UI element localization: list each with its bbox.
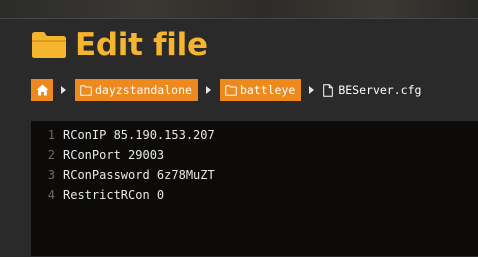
folder-outline-icon xyxy=(225,84,237,96)
folder-outline-icon xyxy=(80,84,92,96)
breadcrumb-folder-battleye[interactable]: battleye xyxy=(219,79,302,101)
breadcrumb-folder-label: battleye xyxy=(239,83,296,97)
home-icon xyxy=(36,84,48,96)
editor-line: 3 RConPassword 6z78MuZT xyxy=(31,165,215,185)
code-editor[interactable]: 1 RConIP 85.190.153.207 2 RConPort 29003… xyxy=(31,121,478,256)
line-number: 4 xyxy=(47,188,55,202)
editor-line: 1 RConIP 85.190.153.207 xyxy=(31,125,215,145)
line-number: 2 xyxy=(47,148,55,162)
file-icon xyxy=(323,83,334,97)
breadcrumb-folder-label: dayzstandalone xyxy=(95,83,192,97)
breadcrumb-current-file: BEServer.cfg xyxy=(323,79,421,101)
page-header: Edit file xyxy=(31,25,208,65)
breadcrumb: dayzstandalone battleye BEServer.cfg xyxy=(31,79,421,101)
editor-line: 2 RConPort 29003 xyxy=(31,145,164,165)
breadcrumb-file-label: BEServer.cfg xyxy=(338,83,422,97)
line-text[interactable]: RConPort 29003 xyxy=(63,148,164,162)
page-title: Edit file xyxy=(75,27,208,63)
line-text[interactable]: RConIP 85.190.153.207 xyxy=(63,128,215,142)
line-text[interactable]: RConPassword 6z78MuZT xyxy=(63,168,215,182)
editor-line: 4 RestrictRCon 0 xyxy=(31,185,164,205)
breadcrumb-separator-icon xyxy=(61,86,66,94)
line-number: 1 xyxy=(47,128,55,142)
folder-icon xyxy=(32,32,66,58)
breadcrumb-separator-icon xyxy=(205,86,211,94)
breadcrumb-home[interactable] xyxy=(31,79,53,101)
breadcrumb-separator-icon xyxy=(309,86,315,94)
line-text[interactable]: RestrictRCon 0 xyxy=(63,188,164,202)
breadcrumb-folder-dayzstandalone[interactable]: dayzstandalone xyxy=(75,79,198,101)
line-number: 3 xyxy=(47,168,55,182)
